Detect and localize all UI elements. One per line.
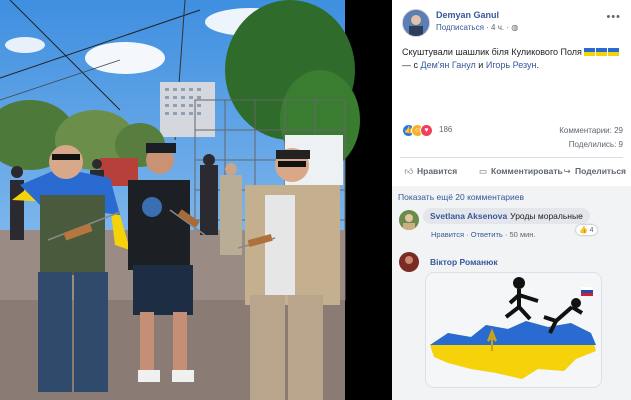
like-label: Нравится [417, 166, 458, 176]
share-button[interactable]: ↪ Поделиться [562, 166, 626, 177]
like-icon: 👍︎ [404, 166, 414, 176]
comment-text: Уроды моральные [510, 211, 583, 221]
share-label: Поделиться [575, 166, 627, 176]
post-text-with: — с [402, 60, 419, 70]
show-more-comments-link[interactable]: Показать ещё 20 комментариев [398, 192, 524, 202]
post-actions: 👍︎ Нравится ▭ Комментировать ↪ Поделиться [400, 163, 626, 181]
tagged-person-1[interactable]: Дем'ян Ганул [421, 60, 476, 70]
reactions-count: 186 [439, 125, 453, 134]
shares-count[interactable]: Поделились: 9 [569, 140, 623, 149]
comment-like-badge[interactable]: 👍 4 [576, 225, 597, 235]
comment-like-link[interactable]: Нравится [431, 230, 464, 239]
comments-section: Показать ещё 20 комментариев Svetlana Ak… [392, 186, 631, 400]
comment-item: Svetlana Aksenova Уроды моральные 👍 4 Нра… [399, 208, 625, 252]
comments-count[interactable]: Комментарии: 29 [559, 126, 623, 135]
like-button[interactable]: 👍︎ Нравится [404, 166, 458, 177]
love-reaction-icon: ♥ [420, 124, 433, 137]
commenter-avatar[interactable] [399, 210, 419, 230]
post-text: Скуштували шашлик біля Куликового Поля —… [402, 46, 624, 72]
post-text-main: Скуштували шашлик біля Куликового Поля [402, 47, 582, 57]
post-text-end: . [536, 60, 540, 70]
post-time[interactable]: · 4 ч. · [486, 23, 509, 32]
comment-sticker-image[interactable] [425, 272, 602, 388]
post-text-and: и [478, 60, 484, 70]
post-side-panel: Demyan Ganul Подписаться · 4 ч. · ◍ ••• … [392, 0, 631, 400]
tagged-person-2[interactable]: Игорь Резун [486, 60, 537, 70]
comment-reply-link[interactable]: Ответить [471, 230, 503, 239]
share-icon: ↪ [563, 166, 571, 176]
like-icon: 👍 [579, 227, 588, 234]
comment-meta: Нравится · Ответить · 50 мин. [431, 230, 536, 239]
globe-icon: ◍ [511, 23, 519, 32]
author-avatar[interactable] [402, 9, 430, 37]
comment-like-count: 4 [589, 227, 594, 234]
comment-time[interactable]: 50 мин. [510, 230, 536, 239]
ukraine-flag-icon [608, 48, 620, 56]
comment-label: Комментировать [491, 166, 563, 176]
comment-author[interactable]: Віктор Романюк [430, 257, 498, 267]
facebook-photo-viewer: Demyan Ganul Подписаться · 4 ч. · ◍ ••• … [0, 0, 631, 400]
post-header: Demyan Ganul Подписаться · 4 ч. · ◍ ••• [402, 9, 623, 37]
commenter-avatar[interactable] [399, 252, 419, 272]
comment-bubble: Svetlana Aksenova Уроды моральные [423, 208, 590, 224]
comment-item: Віктор Романюк [399, 252, 625, 400]
more-icon[interactable]: ••• [606, 11, 621, 23]
comment-author[interactable]: Svetlana Aksenova [430, 211, 507, 221]
comment-button[interactable]: ▭ Комментировать [478, 166, 563, 177]
post-photo[interactable] [0, 0, 392, 400]
divider [400, 157, 623, 158]
subscribe-link[interactable]: Подписаться [436, 23, 484, 32]
comment-icon: ▭ [478, 166, 488, 176]
ukraine-flag-icon [596, 48, 608, 56]
author-name[interactable]: Demyan Ganul [436, 10, 499, 20]
ukraine-flag-icon [584, 48, 596, 56]
post-subline: Подписаться · 4 ч. · ◍ [436, 23, 518, 32]
